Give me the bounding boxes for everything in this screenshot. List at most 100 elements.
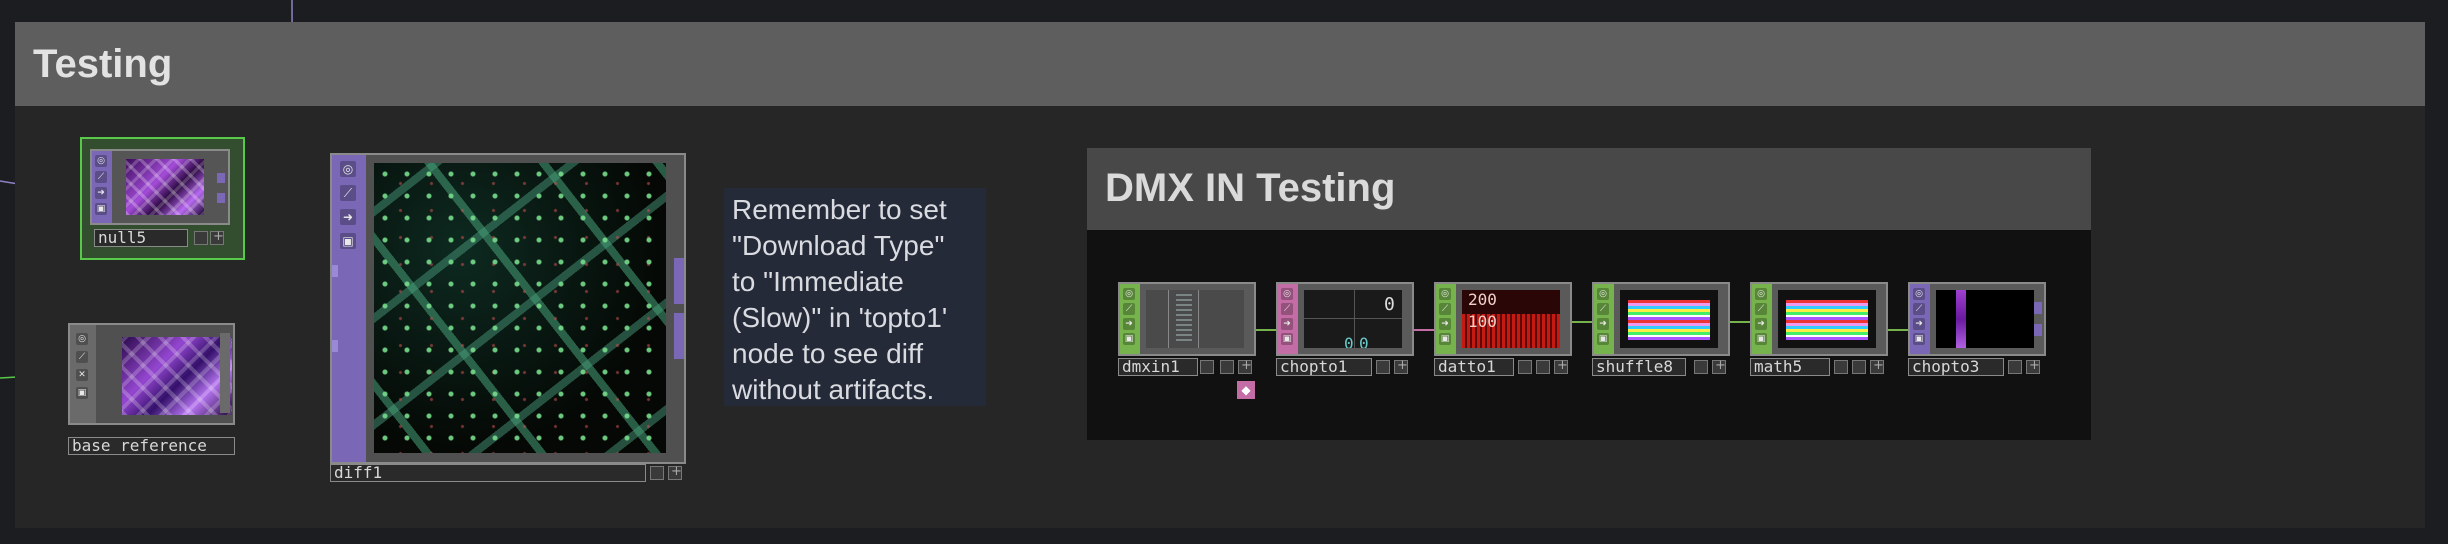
shuffle8-flag-box[interactable] (1694, 360, 1708, 374)
view-icon[interactable]: ◎ (1755, 288, 1767, 300)
chopto3-viewer (1936, 290, 2034, 348)
node-shuffle8[interactable]: ◎ ⟋ ➜ ▣ (1592, 282, 1730, 356)
chopto1-cell: 0 (1344, 334, 1354, 348)
pin-icon[interactable]: ⟋ (76, 351, 88, 363)
chopto3-flag-box[interactable] (2008, 360, 2022, 374)
arrow-icon[interactable]: ➜ (1597, 318, 1609, 330)
node-null5[interactable]: ◎ ⟋ ➜ ▣ (90, 149, 230, 225)
view-icon[interactable]: ◎ (1439, 288, 1451, 300)
annotation-dmx-header[interactable]: DMX IN Testing (1087, 148, 2091, 230)
comment-line: to "Immediate (732, 266, 904, 297)
view-icon[interactable]: ◎ (340, 161, 356, 177)
pin-icon[interactable]: ⟋ (1281, 303, 1293, 315)
annotation-testing-header[interactable]: Testing (15, 22, 2425, 106)
chopto1-output-flag[interactable]: ◆ (1237, 381, 1255, 399)
node-math5-label[interactable]: math5 (1750, 358, 1830, 376)
node-dmxin1-label[interactable]: dmxin1 (1118, 358, 1198, 376)
node-null5-label[interactable]: null5 (94, 229, 188, 247)
chopto1-viewer: 0 0 0 (1304, 290, 1402, 348)
math5-flag-box[interactable] (1852, 360, 1866, 374)
datto1-flag-box[interactable] (1518, 360, 1532, 374)
comment-line: Remember to set (732, 194, 947, 225)
node-chopto3[interactable]: ◎ ⟋ ➜ ▣ (1908, 282, 2046, 356)
chopto1-add-box[interactable] (1394, 358, 1408, 374)
comment-line: node to see diff (732, 338, 923, 369)
math5-flag-box[interactable] (1834, 360, 1848, 374)
pin-icon[interactable]: ⟋ (1439, 303, 1451, 315)
annotation-testing-title: Testing (33, 42, 173, 86)
shuffle8-add-box[interactable] (1712, 358, 1726, 374)
chopto3-add-box[interactable] (2026, 358, 2040, 374)
null5-viewer (126, 159, 204, 215)
pin-icon[interactable]: ⟋ (95, 171, 107, 183)
dmxin1-add-box[interactable] (1238, 358, 1252, 374)
lock-icon[interactable]: ▣ (1123, 333, 1135, 345)
node-shuffle8-label[interactable]: shuffle8 (1592, 358, 1686, 376)
view-icon[interactable]: ◎ (1123, 288, 1135, 300)
node-datto1-label[interactable]: datto1 (1434, 358, 1514, 376)
diff1-add-box[interactable] (668, 464, 682, 480)
null5-add-box[interactable] (210, 229, 224, 245)
node-base_reference-label[interactable]: base_reference (68, 437, 235, 455)
node-null5-frame[interactable]: ◎ ⟋ ➜ ▣ null5 (80, 137, 245, 260)
comment-line: without artifacts. (732, 374, 935, 405)
node-chopto1[interactable]: ◎ ⟋ ➜ ▣ 0 0 0 (1276, 282, 1414, 356)
pin-icon[interactable]: ⟋ (1913, 303, 1925, 315)
arrow-icon[interactable]: ➜ (340, 209, 356, 225)
diff1-viewer (374, 163, 666, 453)
dmxin1-viewer (1146, 290, 1244, 348)
lock-icon[interactable]: ▣ (95, 203, 107, 215)
node-base_reference[interactable]: ◎ ⟋ ✕ ▣ (68, 323, 235, 425)
datto1-graph-value: 200 (1468, 290, 1497, 309)
pin-icon[interactable]: ⟋ (340, 185, 356, 201)
arrow-icon[interactable]: ➜ (1755, 318, 1767, 330)
lock-icon[interactable]: ▣ (340, 233, 356, 249)
datto1-add-box[interactable] (1554, 358, 1568, 374)
chopto1-flag-box[interactable] (1376, 360, 1390, 374)
math5-viewer (1778, 290, 1876, 348)
node-chopto1-label[interactable]: chopto1 (1276, 358, 1372, 376)
shuffle8-viewer (1620, 290, 1718, 348)
comment-line: (Slow)" in 'topto1' (732, 302, 948, 333)
base_reference-viewer (122, 337, 232, 415)
view-icon[interactable]: ◎ (1597, 288, 1609, 300)
node-math5[interactable]: ◎ ⟋ ➜ ▣ (1750, 282, 1888, 356)
node-chopto3-label[interactable]: chopto3 (1908, 358, 2004, 376)
view-icon[interactable]: ◎ (1281, 288, 1293, 300)
arrow-icon[interactable]: ➜ (95, 187, 107, 199)
lock-icon[interactable]: ▣ (1755, 333, 1767, 345)
comment-line: "Download Type" (732, 230, 945, 261)
datto1-graph-value: 100 (1468, 312, 1497, 331)
node-diff1[interactable]: ◎ ⟋ ➜ ▣ (330, 153, 686, 464)
view-icon[interactable]: ◎ (76, 333, 88, 345)
view-icon[interactable]: ◎ (1913, 288, 1925, 300)
view-icon[interactable]: ◎ (95, 155, 107, 167)
arrow-icon[interactable]: ➜ (1439, 318, 1451, 330)
lock-icon[interactable]: ▣ (1597, 333, 1609, 345)
chopto1-cell: 0 (1359, 334, 1369, 348)
comment-note[interactable]: Remember to set "Download Type" to "Imme… (724, 188, 986, 406)
datto1-viewer: 200 100 (1462, 290, 1560, 348)
lock-icon[interactable]: ▣ (76, 387, 88, 399)
pin-icon[interactable]: ⟋ (1597, 303, 1609, 315)
node-diff1-label[interactable]: diff1 (330, 464, 646, 482)
math5-add-box[interactable] (1870, 358, 1884, 374)
pin-icon[interactable]: ⟋ (1755, 303, 1767, 315)
lock-icon[interactable]: ▣ (1281, 333, 1293, 345)
arrow-icon[interactable]: ➜ (1281, 318, 1293, 330)
dmxin1-flag-box[interactable] (1200, 360, 1214, 374)
diff1-flag-box[interactable] (650, 466, 664, 480)
node-dmxin1[interactable]: ◎ ⟋ ➜ ▣ (1118, 282, 1256, 356)
chopto1-cell: 0 (1384, 294, 1395, 315)
lock-icon[interactable]: ▣ (1439, 333, 1451, 345)
arrow-icon[interactable]: ➜ (1123, 318, 1135, 330)
node-datto1[interactable]: ◎ ⟋ ➜ ▣ 200 100 (1434, 282, 1572, 356)
pin-icon[interactable]: ⟋ (1123, 303, 1135, 315)
null5-flag-box[interactable] (194, 231, 208, 245)
dmxin1-flag-box[interactable] (1220, 360, 1234, 374)
bypass-icon[interactable]: ✕ (76, 369, 88, 381)
lock-icon[interactable]: ▣ (1913, 333, 1925, 345)
arrow-icon[interactable]: ➜ (1913, 318, 1925, 330)
annotation-dmx-title: DMX IN Testing (1105, 166, 1396, 210)
datto1-flag-box[interactable] (1536, 360, 1550, 374)
